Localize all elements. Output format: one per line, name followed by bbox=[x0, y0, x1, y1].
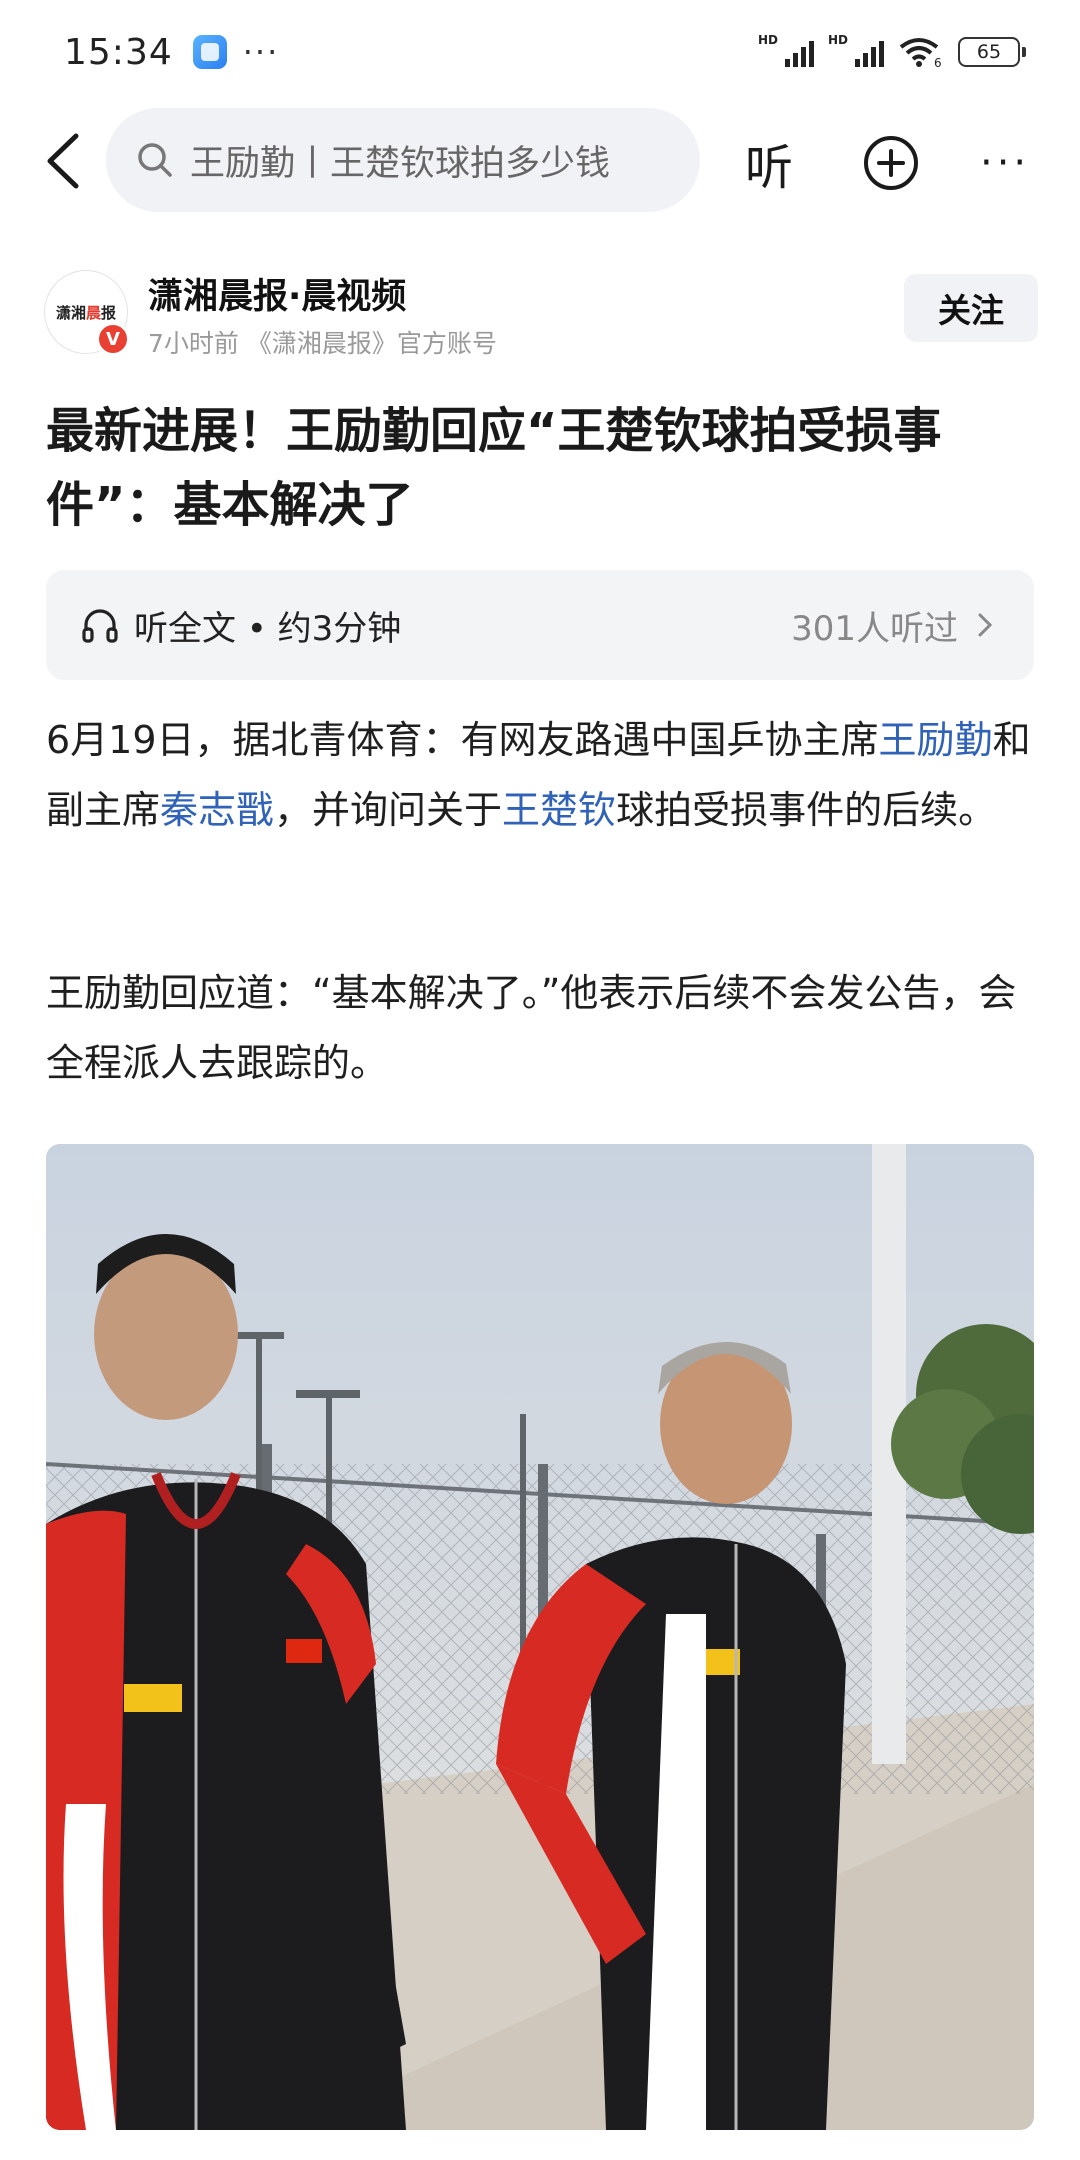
status-time: 15:34 bbox=[64, 31, 173, 73]
svg-text:6: 6 bbox=[934, 56, 942, 69]
link-wang-chuqin[interactable]: 王楚钦 bbox=[502, 788, 616, 832]
avatar-logo: 潇湘晨报 bbox=[55, 303, 117, 322]
chevron-right-icon bbox=[978, 613, 993, 637]
search-icon bbox=[138, 143, 172, 177]
app-notification-icon bbox=[192, 35, 227, 69]
link-qin-zhijian[interactable]: 秦志戬 bbox=[160, 788, 274, 832]
listen-button[interactable]: 听 bbox=[745, 128, 793, 198]
author-name[interactable]: 潇湘晨报·晨视频 bbox=[148, 268, 406, 319]
article-paragraph: 王励勤回应道：“基本解决了。”他表示后续不会发公告，会全程派人去跟踪的。 bbox=[46, 971, 1017, 1085]
author-meta: 7小时前 《潇湘晨报》官方账号 bbox=[148, 329, 497, 358]
status-bar: 15:34 ··· HD HD 6 65 bbox=[0, 0, 1080, 104]
headphone-icon bbox=[82, 609, 118, 643]
article-title: 最新进展！王励勤回应“王楚钦球拍受损事 件”：基本解决了 bbox=[46, 403, 942, 533]
photo-two-men-walking bbox=[46, 1144, 1034, 2130]
status-more-indicator: ··· bbox=[242, 33, 280, 71]
add-button[interactable] bbox=[862, 134, 920, 192]
cell-signal-icon: HD bbox=[828, 33, 884, 69]
link-wang-liqin[interactable]: 王励勤 bbox=[879, 718, 993, 762]
verified-badge-icon: V bbox=[96, 322, 130, 356]
article-photo[interactable] bbox=[46, 1144, 1034, 2130]
more-menu-button[interactable]: ··· bbox=[980, 140, 1030, 186]
back-button[interactable] bbox=[40, 132, 86, 190]
author-row: 潇湘晨报 V 潇湘晨报·晨视频 7小时前 《潇湘晨报》官方账号 关注 bbox=[0, 262, 1080, 362]
search-input[interactable]: 王励勤丨王楚钦球拍多少钱 bbox=[106, 108, 700, 212]
follow-button[interactable]: 关注 bbox=[904, 274, 1038, 342]
listen-count: 301人听过 bbox=[791, 608, 958, 649]
listen-label: 听全文 • 约3分钟 bbox=[134, 608, 402, 649]
wifi-icon: 6 bbox=[899, 38, 942, 69]
cell-signal-icon: HD bbox=[758, 33, 814, 69]
listen-full-text-bar[interactable]: 听全文 • 约3分钟 301人听过 bbox=[46, 570, 1034, 680]
search-header: 王励勤丨王楚钦球拍多少钱 听 ··· bbox=[0, 104, 1080, 216]
article-paragraph: 6月19日，据北青体育：有网友路遇中国乒协主席王励勤和副主席秦志戬，并询问关于王… bbox=[46, 718, 1031, 832]
battery-icon: 65 bbox=[958, 37, 1026, 67]
status-indicators: HD HD 6 65 bbox=[758, 33, 1026, 69]
search-query: 王励勤丨王楚钦球拍多少钱 bbox=[190, 143, 611, 184]
